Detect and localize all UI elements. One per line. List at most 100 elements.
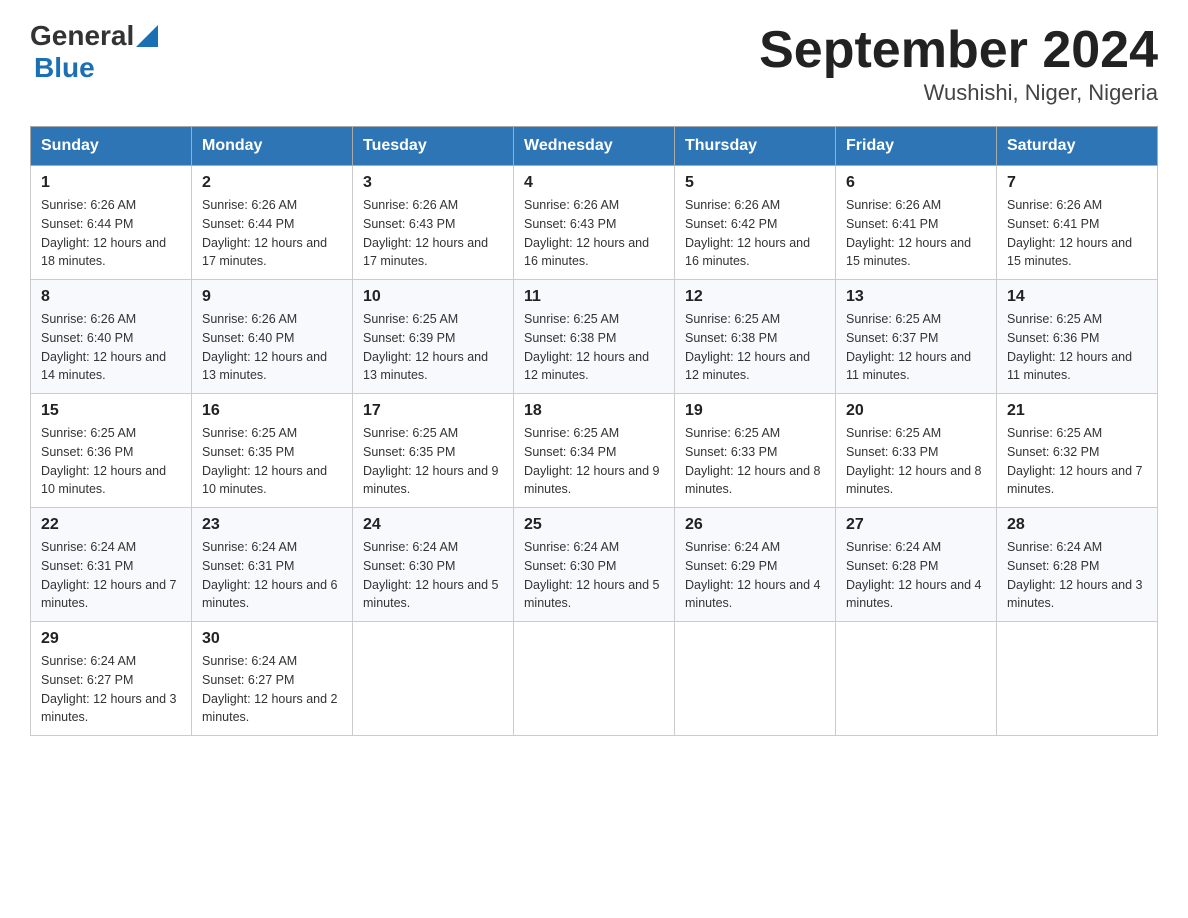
table-row: 26 Sunrise: 6:24 AMSunset: 6:29 PMDaylig… bbox=[675, 508, 836, 622]
day-number: 30 bbox=[202, 630, 342, 648]
day-info: Sunrise: 6:26 AMSunset: 6:42 PMDaylight:… bbox=[685, 196, 825, 271]
table-row bbox=[997, 622, 1158, 736]
calendar-week-row: 8 Sunrise: 6:26 AMSunset: 6:40 PMDayligh… bbox=[31, 280, 1158, 394]
day-info: Sunrise: 6:26 AMSunset: 6:43 PMDaylight:… bbox=[524, 196, 664, 271]
calendar-table: Sunday Monday Tuesday Wednesday Thursday… bbox=[30, 126, 1158, 736]
table-row: 20 Sunrise: 6:25 AMSunset: 6:33 PMDaylig… bbox=[836, 394, 997, 508]
day-number: 28 bbox=[1007, 516, 1147, 534]
day-number: 4 bbox=[524, 174, 664, 192]
page-header: General Blue September 2024 Wushishi, Ni… bbox=[30, 20, 1158, 106]
day-info: Sunrise: 6:25 AMSunset: 6:33 PMDaylight:… bbox=[685, 424, 825, 499]
logo-blue-text: Blue bbox=[34, 52, 95, 84]
table-row: 23 Sunrise: 6:24 AMSunset: 6:31 PMDaylig… bbox=[192, 508, 353, 622]
day-number: 10 bbox=[363, 288, 503, 306]
day-info: Sunrise: 6:25 AMSunset: 6:38 PMDaylight:… bbox=[524, 310, 664, 385]
table-row: 21 Sunrise: 6:25 AMSunset: 6:32 PMDaylig… bbox=[997, 394, 1158, 508]
col-saturday: Saturday bbox=[997, 127, 1158, 166]
day-info: Sunrise: 6:26 AMSunset: 6:41 PMDaylight:… bbox=[1007, 196, 1147, 271]
day-info: Sunrise: 6:24 AMSunset: 6:30 PMDaylight:… bbox=[524, 538, 664, 613]
day-number: 22 bbox=[41, 516, 181, 534]
day-info: Sunrise: 6:25 AMSunset: 6:39 PMDaylight:… bbox=[363, 310, 503, 385]
day-number: 19 bbox=[685, 402, 825, 420]
table-row: 16 Sunrise: 6:25 AMSunset: 6:35 PMDaylig… bbox=[192, 394, 353, 508]
day-info: Sunrise: 6:24 AMSunset: 6:30 PMDaylight:… bbox=[363, 538, 503, 613]
calendar-header-row: Sunday Monday Tuesday Wednesday Thursday… bbox=[31, 127, 1158, 166]
table-row bbox=[514, 622, 675, 736]
table-row bbox=[836, 622, 997, 736]
table-row: 22 Sunrise: 6:24 AMSunset: 6:31 PMDaylig… bbox=[31, 508, 192, 622]
day-number: 11 bbox=[524, 288, 664, 306]
table-row: 30 Sunrise: 6:24 AMSunset: 6:27 PMDaylig… bbox=[192, 622, 353, 736]
table-row: 1 Sunrise: 6:26 AMSunset: 6:44 PMDayligh… bbox=[31, 166, 192, 280]
calendar-week-row: 15 Sunrise: 6:25 AMSunset: 6:36 PMDaylig… bbox=[31, 394, 1158, 508]
page-subtitle: Wushishi, Niger, Nigeria bbox=[759, 80, 1158, 106]
day-number: 8 bbox=[41, 288, 181, 306]
day-number: 3 bbox=[363, 174, 503, 192]
col-friday: Friday bbox=[836, 127, 997, 166]
table-row bbox=[353, 622, 514, 736]
day-info: Sunrise: 6:24 AMSunset: 6:28 PMDaylight:… bbox=[1007, 538, 1147, 613]
day-number: 27 bbox=[846, 516, 986, 534]
day-info: Sunrise: 6:25 AMSunset: 6:35 PMDaylight:… bbox=[202, 424, 342, 499]
calendar-week-row: 1 Sunrise: 6:26 AMSunset: 6:44 PMDayligh… bbox=[31, 166, 1158, 280]
day-number: 29 bbox=[41, 630, 181, 648]
logo: General Blue bbox=[30, 20, 158, 84]
logo-general-text: General bbox=[30, 20, 134, 52]
day-info: Sunrise: 6:26 AMSunset: 6:40 PMDaylight:… bbox=[202, 310, 342, 385]
table-row bbox=[675, 622, 836, 736]
day-info: Sunrise: 6:24 AMSunset: 6:28 PMDaylight:… bbox=[846, 538, 986, 613]
day-info: Sunrise: 6:25 AMSunset: 6:37 PMDaylight:… bbox=[846, 310, 986, 385]
table-row: 6 Sunrise: 6:26 AMSunset: 6:41 PMDayligh… bbox=[836, 166, 997, 280]
day-info: Sunrise: 6:24 AMSunset: 6:31 PMDaylight:… bbox=[41, 538, 181, 613]
day-info: Sunrise: 6:24 AMSunset: 6:31 PMDaylight:… bbox=[202, 538, 342, 613]
day-info: Sunrise: 6:26 AMSunset: 6:40 PMDaylight:… bbox=[41, 310, 181, 385]
col-tuesday: Tuesday bbox=[353, 127, 514, 166]
day-number: 7 bbox=[1007, 174, 1147, 192]
day-info: Sunrise: 6:26 AMSunset: 6:44 PMDaylight:… bbox=[41, 196, 181, 271]
table-row: 13 Sunrise: 6:25 AMSunset: 6:37 PMDaylig… bbox=[836, 280, 997, 394]
day-number: 12 bbox=[685, 288, 825, 306]
day-number: 18 bbox=[524, 402, 664, 420]
day-number: 14 bbox=[1007, 288, 1147, 306]
col-sunday: Sunday bbox=[31, 127, 192, 166]
table-row: 5 Sunrise: 6:26 AMSunset: 6:42 PMDayligh… bbox=[675, 166, 836, 280]
day-info: Sunrise: 6:26 AMSunset: 6:44 PMDaylight:… bbox=[202, 196, 342, 271]
table-row: 3 Sunrise: 6:26 AMSunset: 6:43 PMDayligh… bbox=[353, 166, 514, 280]
day-number: 20 bbox=[846, 402, 986, 420]
day-info: Sunrise: 6:26 AMSunset: 6:43 PMDaylight:… bbox=[363, 196, 503, 271]
day-info: Sunrise: 6:25 AMSunset: 6:32 PMDaylight:… bbox=[1007, 424, 1147, 499]
table-row: 18 Sunrise: 6:25 AMSunset: 6:34 PMDaylig… bbox=[514, 394, 675, 508]
day-number: 13 bbox=[846, 288, 986, 306]
day-info: Sunrise: 6:25 AMSunset: 6:36 PMDaylight:… bbox=[1007, 310, 1147, 385]
day-number: 15 bbox=[41, 402, 181, 420]
table-row: 8 Sunrise: 6:26 AMSunset: 6:40 PMDayligh… bbox=[31, 280, 192, 394]
day-number: 25 bbox=[524, 516, 664, 534]
day-info: Sunrise: 6:26 AMSunset: 6:41 PMDaylight:… bbox=[846, 196, 986, 271]
day-number: 16 bbox=[202, 402, 342, 420]
table-row: 15 Sunrise: 6:25 AMSunset: 6:36 PMDaylig… bbox=[31, 394, 192, 508]
day-number: 2 bbox=[202, 174, 342, 192]
title-block: September 2024 Wushishi, Niger, Nigeria bbox=[759, 20, 1158, 106]
table-row: 17 Sunrise: 6:25 AMSunset: 6:35 PMDaylig… bbox=[353, 394, 514, 508]
day-number: 17 bbox=[363, 402, 503, 420]
day-info: Sunrise: 6:24 AMSunset: 6:29 PMDaylight:… bbox=[685, 538, 825, 613]
col-thursday: Thursday bbox=[675, 127, 836, 166]
day-info: Sunrise: 6:25 AMSunset: 6:33 PMDaylight:… bbox=[846, 424, 986, 499]
table-row: 4 Sunrise: 6:26 AMSunset: 6:43 PMDayligh… bbox=[514, 166, 675, 280]
day-info: Sunrise: 6:24 AMSunset: 6:27 PMDaylight:… bbox=[41, 652, 181, 727]
day-info: Sunrise: 6:25 AMSunset: 6:34 PMDaylight:… bbox=[524, 424, 664, 499]
day-number: 1 bbox=[41, 174, 181, 192]
page-title: September 2024 bbox=[759, 20, 1158, 80]
table-row: 7 Sunrise: 6:26 AMSunset: 6:41 PMDayligh… bbox=[997, 166, 1158, 280]
day-info: Sunrise: 6:25 AMSunset: 6:36 PMDaylight:… bbox=[41, 424, 181, 499]
calendar-week-row: 29 Sunrise: 6:24 AMSunset: 6:27 PMDaylig… bbox=[31, 622, 1158, 736]
table-row: 24 Sunrise: 6:24 AMSunset: 6:30 PMDaylig… bbox=[353, 508, 514, 622]
day-number: 26 bbox=[685, 516, 825, 534]
day-info: Sunrise: 6:24 AMSunset: 6:27 PMDaylight:… bbox=[202, 652, 342, 727]
day-info: Sunrise: 6:25 AMSunset: 6:35 PMDaylight:… bbox=[363, 424, 503, 499]
table-row: 9 Sunrise: 6:26 AMSunset: 6:40 PMDayligh… bbox=[192, 280, 353, 394]
table-row: 19 Sunrise: 6:25 AMSunset: 6:33 PMDaylig… bbox=[675, 394, 836, 508]
table-row: 10 Sunrise: 6:25 AMSunset: 6:39 PMDaylig… bbox=[353, 280, 514, 394]
day-number: 5 bbox=[685, 174, 825, 192]
table-row: 2 Sunrise: 6:26 AMSunset: 6:44 PMDayligh… bbox=[192, 166, 353, 280]
